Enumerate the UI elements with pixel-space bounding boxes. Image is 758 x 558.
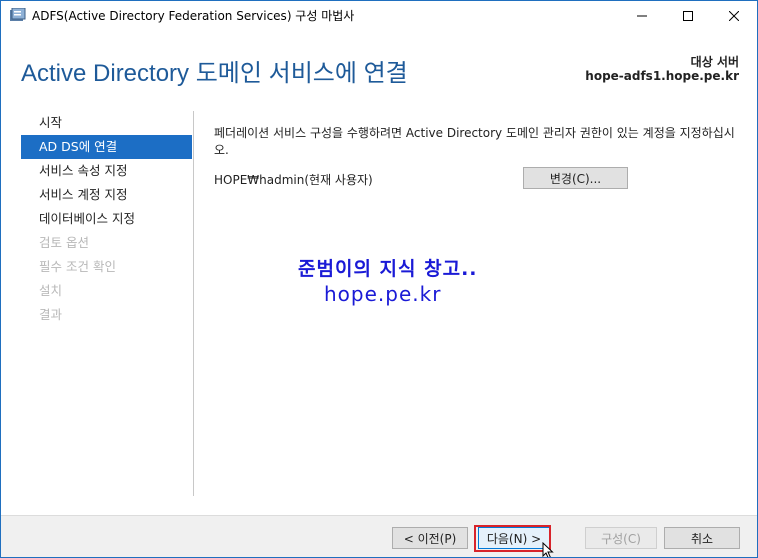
- page-title: Active Directory 도메인 서비스에 연결: [21, 60, 408, 87]
- close-icon: [729, 11, 739, 21]
- wizard-step-list: 시작 AD DS에 연결 서비스 속성 지정 서비스 계정 지정 데이터베이스 …: [21, 111, 192, 327]
- previous-button[interactable]: < 이전(P): [392, 527, 468, 549]
- step-service-properties[interactable]: 서비스 속성 지정: [21, 159, 192, 183]
- instruction-text: 페더레이션 서비스 구성을 수행하려면 Active Directory 도메인…: [214, 126, 735, 157]
- step-connect-ad-ds[interactable]: AD DS에 연결: [21, 135, 192, 159]
- target-server-label: 대상 서버: [690, 55, 739, 69]
- wizard-footer: < 이전(P) 다음(N) > 구성(C) 취소: [1, 515, 757, 557]
- step-database[interactable]: 데이터베이스 지정: [21, 207, 192, 231]
- mouse-pointer-icon: [542, 542, 554, 557]
- window-title: ADFS(Active Directory Federation Service…: [32, 9, 355, 23]
- watermark-site: hope.pe.kr: [324, 282, 442, 306]
- target-server-name: hope-adfs1.hope.pe.kr: [585, 69, 739, 83]
- current-account: HOPE₩hadmin(현재 사용자): [214, 173, 373, 187]
- change-account-button[interactable]: 변경(C)...: [523, 167, 628, 189]
- step-prerequisites: 필수 조건 확인: [39, 259, 116, 274]
- step-results: 결과: [39, 307, 63, 322]
- wizard-window: ADFS(Active Directory Federation Service…: [0, 0, 758, 558]
- nav-divider: [193, 111, 194, 496]
- step-review-options: 검토 옵션: [39, 235, 89, 250]
- next-button[interactable]: 다음(N) >: [478, 527, 550, 549]
- watermark-title: 준범이의 지식 창고..: [298, 258, 478, 280]
- maximize-button[interactable]: [665, 1, 711, 31]
- step-start[interactable]: 시작: [21, 111, 192, 135]
- close-button[interactable]: [711, 1, 757, 31]
- configure-button: 구성(C): [585, 527, 657, 549]
- minimize-icon: [637, 15, 647, 17]
- server-manager-icon: [10, 8, 26, 21]
- step-service-account[interactable]: 서비스 계정 지정: [21, 183, 192, 207]
- title-bar[interactable]: ADFS(Active Directory Federation Service…: [1, 1, 757, 31]
- maximize-icon: [683, 11, 693, 21]
- cancel-button[interactable]: 취소: [664, 527, 740, 549]
- step-install: 설치: [39, 283, 63, 298]
- minimize-button[interactable]: [619, 1, 665, 31]
